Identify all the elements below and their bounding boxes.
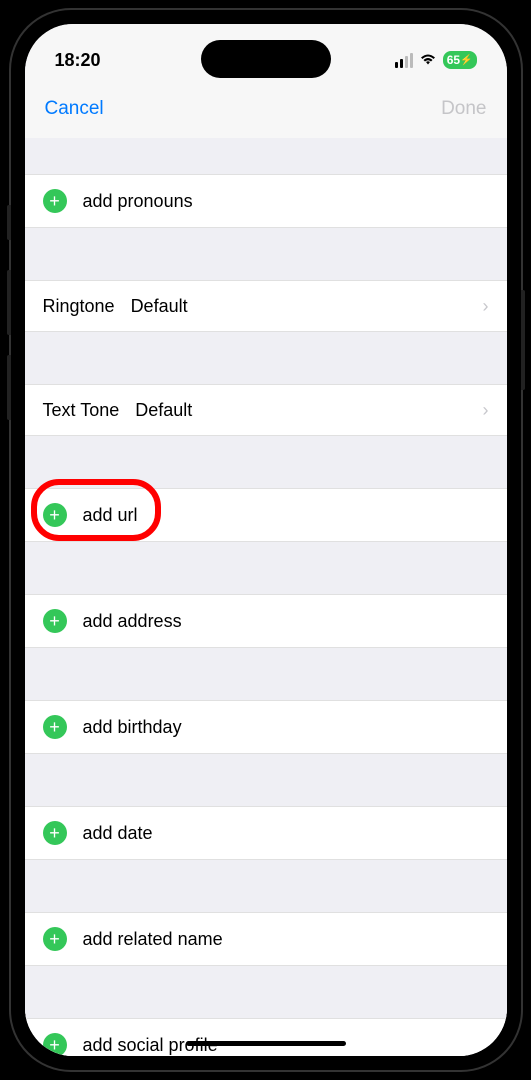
ringtone-row[interactable]: Ringtone Default › xyxy=(25,280,507,332)
signal-icon xyxy=(395,53,413,68)
texttone-row[interactable]: Text Tone Default › xyxy=(25,384,507,436)
plus-icon[interactable]: + xyxy=(43,821,67,845)
add-address-row[interactable]: + add address xyxy=(25,594,507,648)
plus-icon[interactable]: + xyxy=(43,503,67,527)
texttone-value: Default xyxy=(135,400,192,421)
screen: 18:20 65 ⚡ Cancel Done xyxy=(25,24,507,1056)
battery-icon: 65 ⚡ xyxy=(443,51,477,69)
add-birthday-row[interactable]: + add birthday xyxy=(25,700,507,754)
row-label: add url xyxy=(83,505,138,526)
status-icons: 65 ⚡ xyxy=(395,51,477,69)
ringtone-value: Default xyxy=(131,296,188,317)
charging-icon: ⚡ xyxy=(460,55,472,66)
add-url-row[interactable]: + add url xyxy=(25,488,507,542)
add-social-profile-row[interactable]: + add social profile xyxy=(25,1018,507,1056)
dynamic-island xyxy=(201,40,331,78)
wifi-icon xyxy=(419,53,437,67)
add-related-name-row[interactable]: + add related name xyxy=(25,912,507,966)
add-date-row[interactable]: + add date xyxy=(25,806,507,860)
plus-icon[interactable]: + xyxy=(43,927,67,951)
phone-frame: 18:20 65 ⚡ Cancel Done xyxy=(11,10,521,1070)
nav-bar: Cancel Done xyxy=(25,86,507,138)
cancel-button[interactable]: Cancel xyxy=(45,98,104,120)
home-indicator[interactable] xyxy=(186,1041,346,1046)
status-time: 18:20 xyxy=(55,50,101,71)
done-button[interactable]: Done xyxy=(441,98,486,120)
row-label: add date xyxy=(83,823,153,844)
plus-icon[interactable]: + xyxy=(43,609,67,633)
row-label: add address xyxy=(83,611,182,632)
plus-icon[interactable]: + xyxy=(43,1033,67,1056)
ringtone-label: Ringtone xyxy=(43,296,115,317)
add-pronouns-row[interactable]: + add pronouns xyxy=(25,174,507,228)
plus-icon[interactable]: + xyxy=(43,715,67,739)
row-label: add birthday xyxy=(83,717,182,738)
row-label: add related name xyxy=(83,929,223,950)
row-label: add pronouns xyxy=(83,191,193,212)
chevron-right-icon: › xyxy=(483,400,489,421)
plus-icon[interactable]: + xyxy=(43,189,67,213)
content-area[interactable]: + add pronouns Ringtone Default › Text T… xyxy=(25,138,507,1056)
chevron-right-icon: › xyxy=(483,296,489,317)
texttone-label: Text Tone xyxy=(43,400,120,421)
